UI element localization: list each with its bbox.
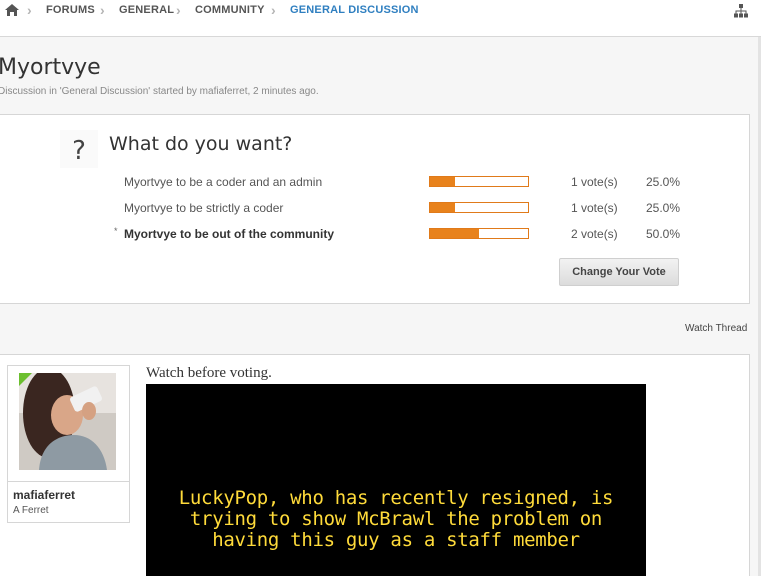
video-subtitle: LuckyPop, who has recently resigned, is … [146,488,646,551]
poll-result-bar-fill [430,203,455,212]
voted-marker: * [114,226,118,236]
watch-thread-link[interactable]: Watch Thread [685,323,747,334]
sitemap-icon[interactable] [734,4,748,18]
question-mark-icon: ? [60,130,98,168]
poll-option-percent: 25.0% [646,201,681,215]
poll-question: What do you want? [109,133,293,155]
poll-option-percent: 50.0% [646,227,681,241]
poll-option-label: Myortvye to be a coder and an admin [124,175,323,189]
poll-option-label-voted: Myortvye to be out of the community [124,227,335,241]
avatar-image [19,373,116,470]
breadcrumb-bar: › FORUMS › GENERAL › COMMUNITY › GENERAL… [0,0,761,37]
home-icon[interactable] [4,3,20,17]
online-indicator [19,373,32,386]
breadcrumb-community[interactable]: COMMUNITY [195,4,265,16]
post-text: Watch before voting. [146,365,272,381]
poll-result-bar-fill [430,177,455,186]
video-subtitle-line: trying to show McBrawl the problem on [189,508,603,530]
breadcrumb-general[interactable]: GENERAL [119,4,174,16]
thread-meta: Discussion in 'General Discussion' start… [0,86,319,97]
poll-result-bar [429,176,529,187]
avatar[interactable] [19,373,116,470]
poll-option-label: Myortvye to be strictly a coder [124,201,284,215]
change-vote-button[interactable]: Change Your Vote [559,258,679,286]
chevron-right-icon: › [27,2,32,18]
breadcrumb-forums[interactable]: FORUMS [46,4,95,16]
poll-result-bar-fill [430,229,479,238]
poll-result-bar [429,202,529,213]
poll-option-votes: 1 vote(s) [571,175,618,189]
chevron-right-icon: › [176,2,181,18]
poll-option-votes: 1 vote(s) [571,201,618,215]
divider [7,481,130,482]
poll-option-percent: 25.0% [646,175,681,189]
chevron-right-icon: › [271,2,276,18]
post-user-title: A Ferret [13,505,49,516]
video-subtitle-line: LuckyPop, who has recently resigned, is [178,487,614,509]
post-username[interactable]: mafiaferret [13,488,75,502]
video-subtitle-line: having this guy as a staff member [212,529,580,551]
poll-option-votes: 2 vote(s) [571,227,618,241]
poll-result-bar [429,228,529,239]
chevron-right-icon: › [100,2,105,18]
breadcrumb-general-discussion[interactable]: GENERAL DISCUSSION [290,4,419,16]
page-title: Myortvye [0,55,101,80]
